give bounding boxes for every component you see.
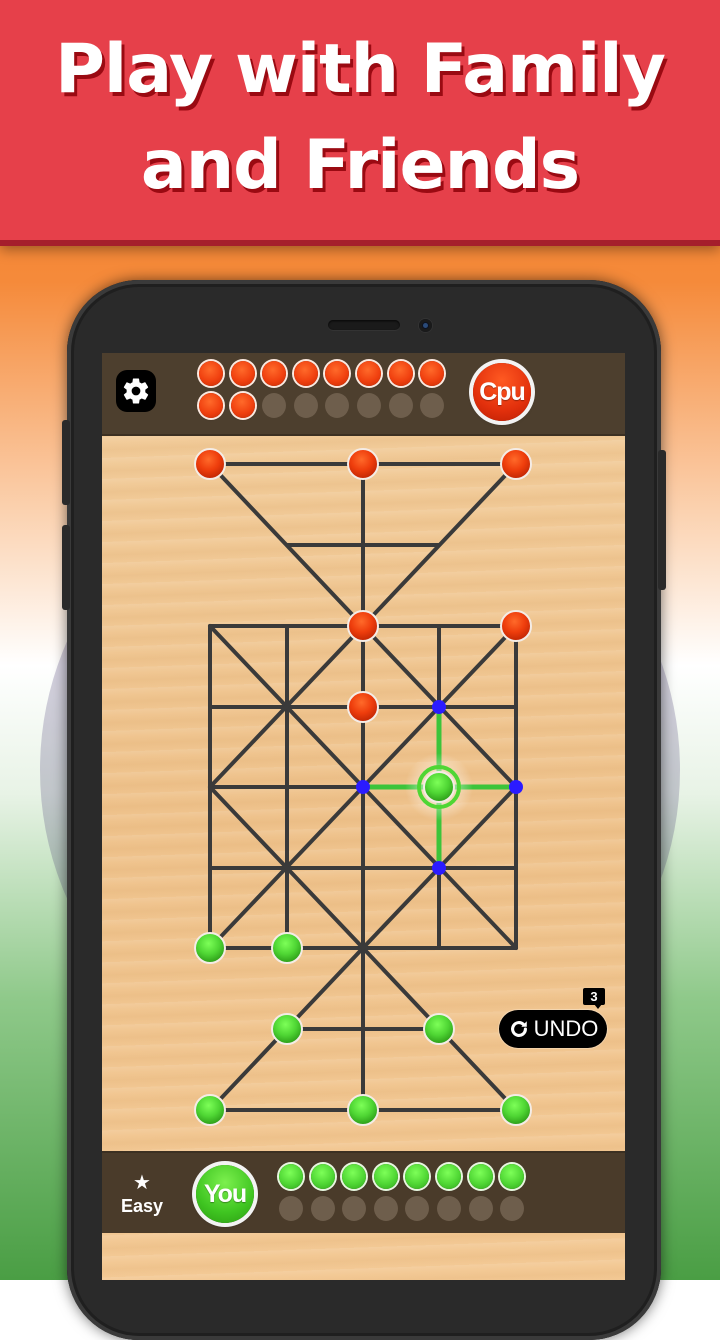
green-piece[interactable] <box>194 1094 226 1126</box>
green-piece[interactable] <box>423 1013 455 1045</box>
green-piece[interactable] <box>347 1094 379 1126</box>
red-piece[interactable] <box>347 448 379 480</box>
green-piece[interactable] <box>194 932 226 964</box>
selected-green-piece[interactable] <box>405 753 473 821</box>
valid-move-marker[interactable] <box>432 861 446 875</box>
undo-button[interactable]: UNDO <box>499 1010 607 1048</box>
valid-move-marker[interactable] <box>356 780 370 794</box>
valid-move-marker[interactable] <box>509 780 523 794</box>
red-piece[interactable] <box>500 610 532 642</box>
red-piece[interactable] <box>500 448 532 480</box>
undo-arrow-icon <box>510 1021 527 1037</box>
green-piece[interactable] <box>271 1013 303 1045</box>
undo-remaining-count: 3 <box>583 988 605 1009</box>
red-piece[interactable] <box>194 448 226 480</box>
game-board <box>194 448 532 1126</box>
red-piece[interactable] <box>347 610 379 642</box>
valid-move-marker[interactable] <box>432 700 446 714</box>
undo-label: UNDO <box>533 1016 599 1041</box>
green-piece[interactable] <box>500 1094 532 1126</box>
green-piece[interactable] <box>271 932 303 964</box>
red-piece[interactable] <box>347 691 379 723</box>
